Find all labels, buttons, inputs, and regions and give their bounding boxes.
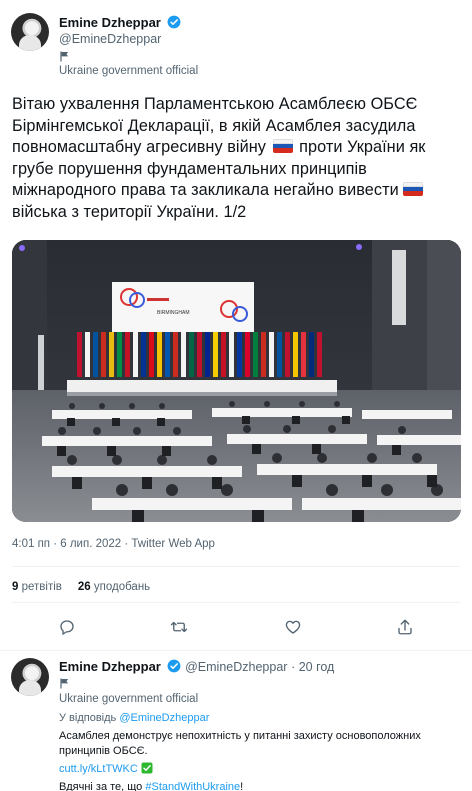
reply-author-name-text[interactable]: Emine Dzheppar [59,659,161,674]
share-icon [398,619,412,635]
replying-prefix: У відповідь [59,712,117,724]
tweet-text: Вітаю ухвалення Парламентською Асамблеєю… [12,94,464,223]
reply-avatar[interactable] [11,658,49,696]
author-handle[interactable]: @EmineDzheppar [59,32,161,46]
reply-time[interactable]: · 20 год [291,660,334,674]
reply-thanks-row: Вдячні за те, що #StandWithUkraine! [59,780,459,791]
likes-stat[interactable]: 26 уподобань [78,581,150,593]
tweet-photo[interactable]: BIRMINGHAM [12,240,461,522]
reply-text: Асамблея демонструє непохитність у питан… [59,729,459,791]
like-icon [285,620,301,634]
russia-flag-icon [272,139,293,153]
short-link[interactable]: cutt.ly/kLtTWKC [59,763,138,775]
thanks-prefix: Вдячні за те, що [59,781,143,791]
divider [12,602,460,603]
avatar[interactable] [11,13,49,51]
conference-hall-image: BIRMINGHAM [12,240,461,522]
thanks-suffix: ! [240,781,244,791]
reply-icon [60,620,74,635]
likes-label: уподобань [93,581,151,593]
government-label: Ukraine government official [59,65,199,77]
author-name-text[interactable]: Emine Dzheppar [59,15,161,30]
reply-text-line1: Асамблея демонструє непохитність у питан… [59,730,421,742]
check-emoji-icon [141,762,153,774]
tweet-timestamp[interactable]: 4:01 пп · 6 лип. 2022 · Twitter Web App [12,538,215,550]
reply-author-name[interactable]: Emine Dzheppar @EmineDzheppar · 20 год [59,659,334,674]
screen-text: BIRMINGHAM [157,310,190,316]
government-flag-icon [60,678,69,689]
hashtag-link[interactable]: #StandWithUkraine [145,781,240,791]
reply-government-label: Ukraine government official [59,693,199,705]
retweets-count: 9 [12,581,19,593]
reply-button[interactable] [55,615,79,639]
divider [0,650,472,651]
like-button[interactable] [281,615,305,639]
share-button[interactable] [393,615,417,639]
replying-to-link[interactable]: @EmineDzheppar [119,712,209,724]
likes-count: 26 [77,581,91,593]
retweet-button[interactable] [167,615,191,639]
tweet-text-part3: війська з території України. 1/2 [12,202,247,221]
replying-to: У відповідь @EmineDzheppar [59,712,209,724]
tweet-actions [0,615,472,641]
reply-link-row: cutt.ly/kLtTWKC [59,762,459,777]
reply-text-line2: принципів ОБСЄ. [59,745,148,757]
russia-flag-icon [403,182,424,196]
verified-icon [168,659,181,673]
author-name[interactable]: Emine Dzheppar [59,15,181,30]
retweets-label: ретвітів [21,581,62,593]
divider [12,566,460,567]
tweet-stats: 9 ретвітів 26 уподобань [12,581,150,593]
government-flag-icon [60,51,69,62]
retweet-icon [170,621,188,633]
verified-icon [168,15,181,29]
reply-author-handle[interactable]: @EmineDzheppar [185,660,287,674]
retweets-stat[interactable]: 9 ретвітів [12,581,62,593]
